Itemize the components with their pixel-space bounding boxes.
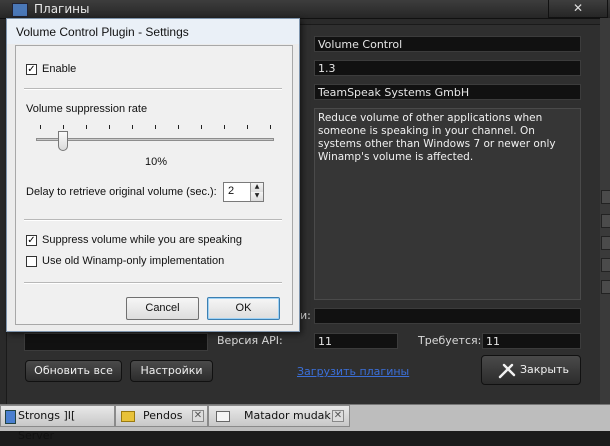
close-tab-icon[interactable]: ✕	[192, 410, 204, 422]
volume-slider-thumb[interactable]	[58, 131, 68, 151]
server-icon	[5, 410, 16, 424]
strip-marker	[601, 214, 610, 228]
window-app-icon	[12, 3, 28, 17]
separator	[24, 282, 282, 284]
required-label: Требуется:	[418, 334, 482, 347]
check-mark-icon: ✓	[27, 235, 36, 246]
partial-field-label: и:	[300, 309, 311, 322]
window-close-button[interactable]: ✕	[548, 0, 608, 18]
plugin-name-field: Volume Control	[314, 36, 581, 52]
strip-marker	[601, 236, 610, 250]
api-version-label: Версия API:	[217, 334, 283, 347]
strip-marker	[601, 280, 610, 294]
required-version-field: 11	[482, 333, 581, 349]
tab-matador[interactable]: Matador mudak ✕	[208, 405, 350, 427]
slider-value-text: 10%	[145, 156, 168, 168]
strip-marker	[601, 190, 610, 204]
slider-label: Volume suppression rate	[26, 103, 148, 115]
old-winamp-checkbox[interactable]	[26, 256, 37, 267]
slider-tick	[224, 125, 225, 129]
slider-tick	[86, 125, 87, 129]
close-x-icon	[498, 361, 516, 382]
plugin-path-field	[314, 308, 581, 324]
chat-bubble-icon	[216, 411, 230, 422]
plugin-author-field: TeamSpeak Systems GmbH	[314, 84, 581, 100]
close-plugins-label: Закрыть	[520, 363, 569, 376]
slider-tick	[201, 125, 202, 129]
check-mark-icon: ✓	[27, 64, 36, 75]
suppress-label: Suppress volume while you are speaking	[42, 234, 242, 246]
separator	[24, 219, 282, 221]
delay-label: Delay to retrieve original volume (sec.)…	[26, 186, 217, 198]
plugin-list-footer-field	[24, 333, 208, 351]
plugin-version-field: 1.3	[314, 60, 581, 76]
refresh-all-button[interactable]: Обновить все	[25, 360, 122, 382]
tab-pendos[interactable]: Pendos ✕	[115, 405, 208, 427]
right-scroll-strip	[600, 18, 610, 408]
slider-tick	[270, 125, 271, 129]
slider-tick	[178, 125, 179, 129]
plugins-titlebar	[0, 0, 610, 19]
tab-label: Pendos	[143, 409, 183, 422]
chat-bubble-icon	[121, 411, 135, 422]
old-winamp-label: Use old Winamp-only implementation	[42, 255, 225, 267]
strip-marker	[601, 258, 610, 272]
separator	[24, 88, 282, 90]
api-version-field: 11	[314, 333, 398, 349]
suppress-checkbox[interactable]: ✓	[26, 235, 37, 246]
delay-value[interactable]: 2	[228, 185, 234, 197]
plugin-description-box: Reduce volume of other applications when…	[314, 108, 581, 300]
volume-slider-track[interactable]	[36, 138, 274, 141]
tab-label: Strongs ]I[ Server	[18, 409, 76, 442]
tab-server[interactable]: Strongs ]I[ Server	[0, 405, 115, 442]
tab-label: Matador mudak	[244, 409, 331, 422]
slider-tick	[40, 125, 41, 129]
slider-tick	[155, 125, 156, 129]
load-plugins-link[interactable]: Загрузить плагины	[297, 365, 409, 378]
slider-tick	[109, 125, 110, 129]
enable-label: Enable	[42, 63, 77, 75]
plugins-window-title: Плагины	[34, 2, 90, 16]
enable-checkbox[interactable]: ✓	[26, 64, 37, 75]
close-tab-icon[interactable]: ✕	[332, 410, 344, 422]
slider-tick	[63, 125, 64, 129]
dialog-title: Volume Control Plugin - Settings	[16, 25, 189, 39]
ok-button[interactable]: OK	[207, 297, 280, 320]
spin-up-icon[interactable]: ▲	[250, 183, 263, 192]
slider-tick	[132, 125, 133, 129]
settings-button[interactable]: Настройки	[130, 360, 213, 382]
spin-down-icon[interactable]: ▼	[250, 192, 263, 201]
slider-tick	[247, 125, 248, 129]
cancel-button[interactable]: Cancel	[126, 297, 199, 320]
